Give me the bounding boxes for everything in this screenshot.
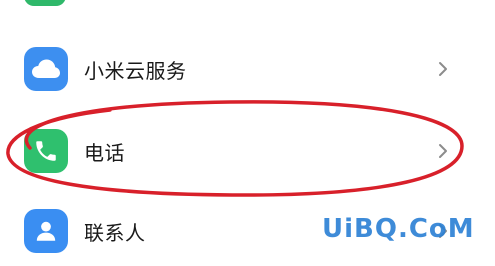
- settings-item-label: 联系人: [84, 220, 146, 245]
- settings-item-label: 电话: [84, 140, 125, 165]
- settings-item-xiaomi-cloud[interactable]: 小米云服务: [0, 34, 495, 104]
- cloud-icon: [32, 59, 60, 78]
- contact-person-icon: [36, 221, 56, 241]
- settings-item-label: 小米云服务: [84, 58, 187, 83]
- app-icon-partial[interactable]: [24, 0, 66, 6]
- settings-item-phone[interactable]: 电话: [0, 116, 495, 186]
- settings-screen: 小米云服务 电话 联系人 UiBQ.CoM: [0, 0, 495, 258]
- phone-app-icon: [24, 129, 68, 173]
- chevron-right-icon: [439, 144, 447, 158]
- watermark-text: UiBQ.CoM: [322, 214, 475, 244]
- phone-icon: [36, 141, 56, 161]
- contacts-app-icon: [24, 209, 68, 253]
- cloud-app-icon: [24, 47, 68, 91]
- chevron-right-icon: [439, 62, 447, 76]
